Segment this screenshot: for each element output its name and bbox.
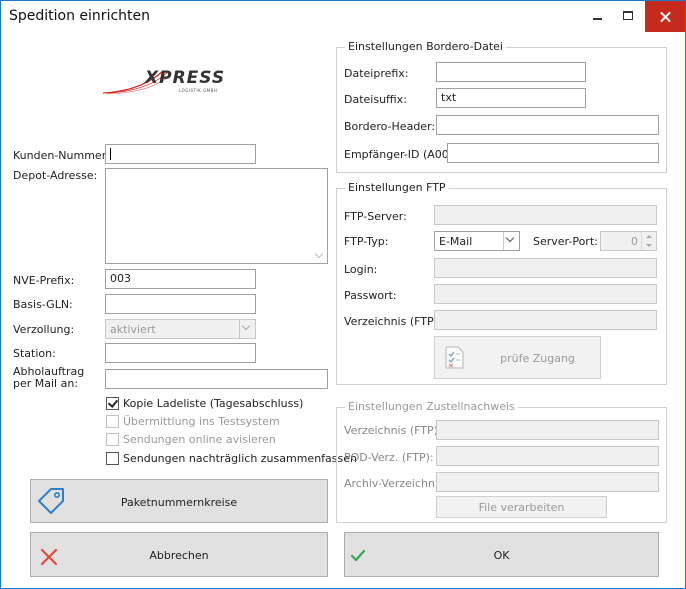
ftp-typ-label: FTP-Typ: [344, 235, 389, 248]
ftp-verzeichnis-input[interactable] [434, 310, 657, 330]
dialog-body: XPRESS LOGISTIK GMBH Kunden-Nummer: Depo… [1, 32, 685, 588]
pod-verz-label: POD-Verz. (FTP): [344, 451, 434, 464]
kunden-nummer-label: Kunden-Nummer: [13, 149, 110, 162]
login-label: Login: [344, 263, 378, 276]
verzollung-select[interactable]: aktiviert [105, 319, 256, 339]
close-button[interactable] [645, 1, 685, 32]
checkbox-icon [106, 433, 119, 446]
file-verarbeiten-button[interactable]: File verarbeiten [436, 496, 607, 518]
passwort-input[interactable] [434, 284, 657, 304]
stepper-down-icon[interactable] [641, 241, 656, 250]
checklist-icon [444, 346, 466, 373]
server-port-stepper[interactable]: 0 [600, 231, 657, 251]
checkbox-zusammenfassen[interactable]: Sendungen nachträglich zusammenfassen [106, 452, 357, 465]
station-label: Station: [13, 347, 56, 360]
empfaenger-id-input[interactable] [447, 143, 659, 163]
ftp-server-input[interactable] [434, 205, 657, 225]
paketnummernkreise-label: Paketnummernkreise [120, 496, 238, 509]
server-port-label: Server-Port: [533, 235, 598, 248]
bordero-header-input[interactable] [436, 115, 659, 135]
depot-adresse-label: Depot-Adresse: [13, 169, 98, 182]
kunden-nummer-input[interactable] [105, 144, 256, 164]
ftp-verzeichnis-label: Verzeichnis (FTP): [344, 315, 442, 328]
dateisuffix-label: Dateisuffix: [344, 93, 407, 106]
pod-verz-input[interactable] [436, 446, 659, 466]
bordero-group-title: Einstellungen Bordero-Datei [345, 40, 506, 53]
dateiprefix-input[interactable] [436, 62, 586, 82]
file-verarbeiten-label: File verarbeiten [478, 501, 565, 514]
ftp-typ-select[interactable]: E-Mail [434, 231, 520, 251]
pruefe-zugang-button[interactable]: prüfe Zugang [434, 336, 601, 379]
abholauftrag-email-input[interactable] [105, 369, 328, 389]
pruefe-zugang-label: prüfe Zugang [500, 352, 575, 365]
abbrechen-label: Abbrechen [149, 549, 209, 562]
maximize-button[interactable] [613, 1, 645, 32]
ftp-server-label: FTP-Server: [344, 210, 407, 223]
bordero-header-label: Bordero-Header: [344, 120, 436, 133]
zustellnachweis-group-title: Einstellungen Zustellnachweis [345, 400, 518, 413]
checkbox-testsystem[interactable]: Übermittlung ins Testsystem [106, 415, 280, 428]
abbrechen-button[interactable]: Abbrechen [30, 532, 328, 577]
depot-adresse-textarea[interactable] [105, 168, 328, 264]
xpress-logo: XPRESS LOGISTIK GMBH [101, 67, 239, 97]
verzollung-label: Verzollung: [13, 323, 75, 336]
checkbox-checked-icon [106, 397, 119, 410]
dialog-window: Spedition einrichten XPRESS LOGISTIK GMB… [0, 0, 686, 589]
abholauftrag-label-line2: per Mail an: [13, 377, 79, 390]
login-input[interactable] [434, 258, 657, 278]
title-bar[interactable]: Spedition einrichten [1, 1, 685, 32]
chevron-down-icon [503, 232, 519, 250]
paketnummernkreise-button[interactable]: Paketnummernkreise [30, 479, 328, 523]
nve-prefix-input[interactable]: 003 [105, 269, 256, 289]
dateiprefix-label: Dateiprefix: [344, 67, 409, 80]
station-input[interactable] [105, 343, 256, 363]
checkbox-icon [106, 452, 119, 465]
text-caret [110, 148, 111, 160]
zustell-verzeichnis-label: Verzeichnis (FTP): [344, 424, 442, 437]
scrollbar-down-arrow-icon[interactable] [314, 249, 324, 259]
archiv-verzeichnis-label: Archiv-Verzeichn.: [344, 477, 443, 490]
logo-text: XPRESS [145, 68, 226, 88]
ftp-group-title: Einstellungen FTP [345, 181, 449, 194]
zustell-verzeichnis-input[interactable] [436, 420, 659, 440]
verzollung-value: aktiviert [110, 323, 156, 336]
archiv-verzeichnis-input[interactable] [436, 472, 659, 492]
dateisuffix-input[interactable]: txt [436, 88, 586, 108]
ok-button[interactable]: OK [344, 532, 659, 577]
minimize-button[interactable] [581, 1, 613, 32]
ok-label: OK [493, 549, 510, 562]
checkbox-kopie-ladeliste[interactable]: Kopie Ladeliste (Tagesabschluss) [106, 397, 303, 410]
nve-prefix-label: NVE-Prefix: [13, 274, 75, 287]
chevron-down-icon [239, 320, 255, 338]
ftp-typ-value: E-Mail [439, 235, 473, 248]
logo-subtext: LOGISTIK GMBH [179, 88, 218, 93]
checkbox-icon [106, 415, 119, 428]
empfaenger-id-label: Empfänger-ID (A00): [344, 148, 457, 161]
passwort-label: Passwort: [344, 289, 397, 302]
basis-gln-input[interactable] [105, 294, 256, 314]
basis-gln-label: Basis-GLN: [13, 298, 73, 311]
checkbox-online-avisieren[interactable]: Sendungen online avisieren [106, 433, 276, 446]
stepper-up-icon[interactable] [641, 232, 656, 241]
window-title: Spedition einrichten [9, 8, 150, 24]
